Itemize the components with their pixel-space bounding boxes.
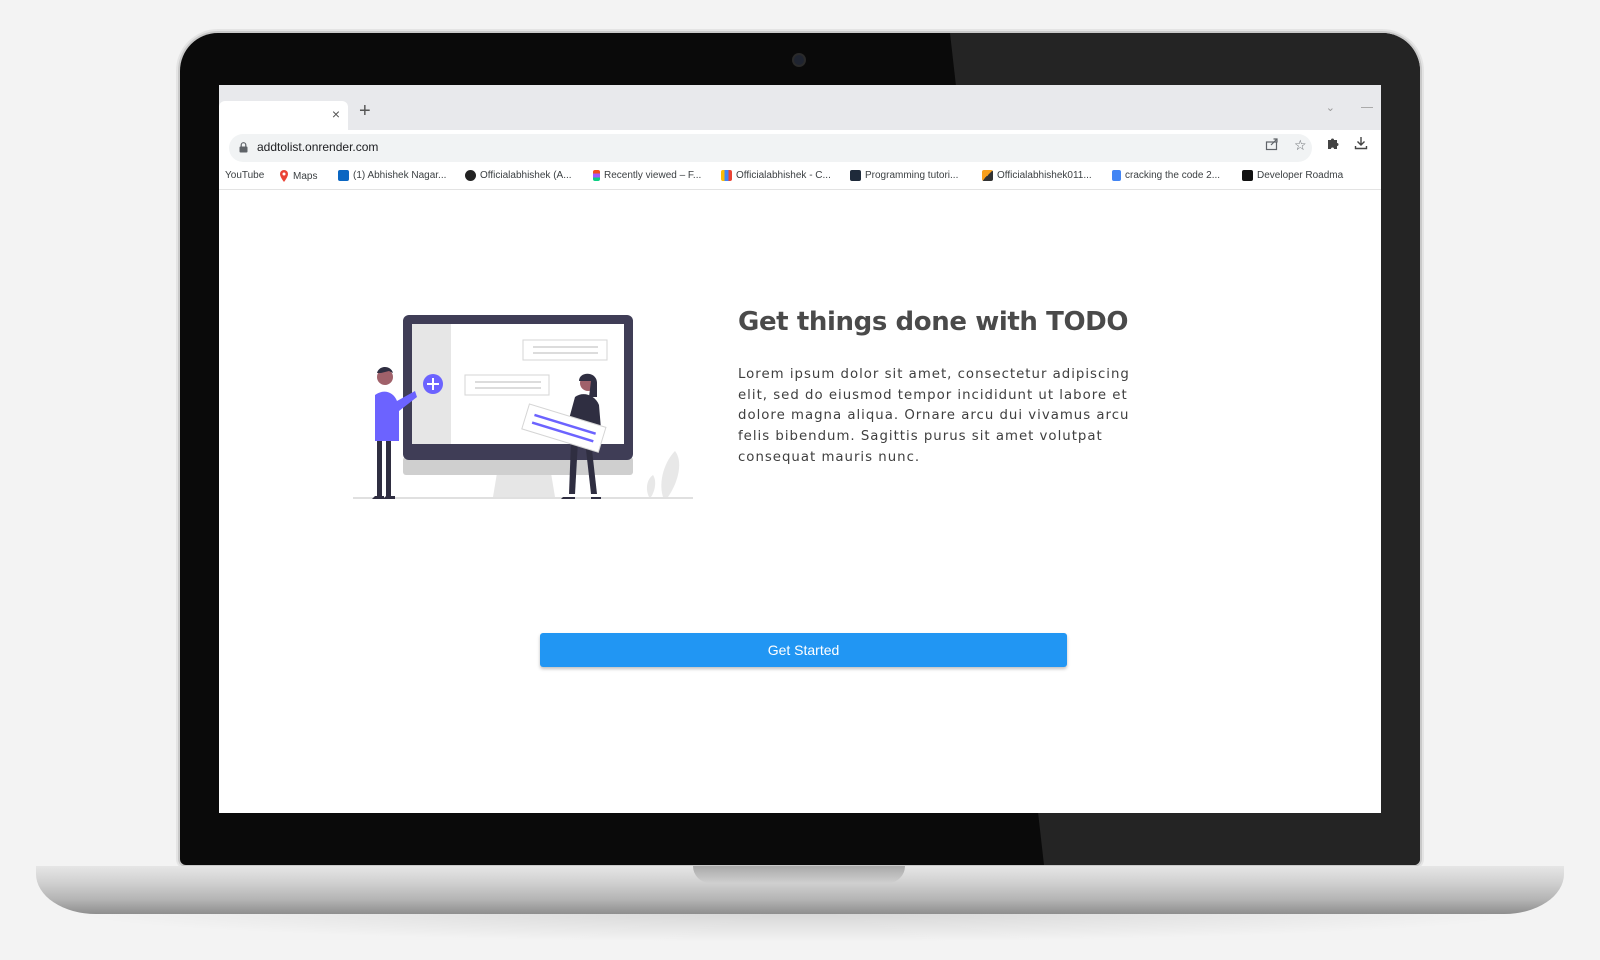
extensions-puzzle-icon[interactable] — [1326, 136, 1340, 150]
hero-description: Lorem ipsum dolor sit amet, consectetur … — [738, 367, 1130, 465]
bookmark-label: YouTube — [225, 170, 265, 181]
figma-icon — [593, 170, 600, 181]
bookmarks-bar: YouTube Maps (1) Abhishek Nagar... Offic… — [219, 166, 1381, 190]
bookmark-label: cracking the code 2... — [1125, 170, 1221, 181]
address-bar: addtolist.onrender.com — [219, 130, 1381, 166]
github-icon — [465, 170, 476, 181]
download-icon[interactable] — [1354, 136, 1368, 150]
url-text[interactable]: addtolist.onrender.com — [257, 140, 378, 154]
bookmark-roadmap[interactable]: Developer Roadma — [1242, 170, 1343, 181]
bookmark-label: Officialabhishek - C... — [736, 170, 831, 181]
hashnode-icon — [850, 170, 861, 181]
minimize-icon[interactable] — [1361, 107, 1373, 108]
laptop-shadow — [60, 912, 1540, 942]
bookmark-leetcode[interactable]: Officialabhishek011... — [982, 170, 1092, 181]
browser-tab[interactable]: × — [219, 101, 348, 130]
bookmark-label: Officialabhishek (A... — [480, 170, 572, 181]
bookmark-star-icon[interactable]: ☆ — [1294, 137, 1307, 154]
bookmark-chart[interactable]: Officialabhishek - C... — [721, 170, 831, 181]
todo-card — [522, 339, 608, 361]
bookmark-youtube[interactable]: YouTube — [225, 170, 264, 181]
todo-card — [464, 374, 550, 396]
screen: × + ⌄ addtolist.onrender.com ☆ YouTube M… — [219, 85, 1381, 813]
plant-icon — [661, 451, 680, 497]
get-started-button[interactable]: Get Started — [540, 633, 1067, 667]
docs-icon — [1112, 170, 1121, 181]
close-tab-icon[interactable]: × — [332, 104, 340, 124]
linkedin-icon — [338, 170, 349, 181]
bookmark-label: Recently viewed – F... — [604, 170, 702, 181]
bookmark-github[interactable]: Officialabhishek (A... — [465, 170, 572, 181]
bookmark-label: Maps — [293, 170, 318, 182]
monitor-stand — [493, 473, 555, 497]
laptop-notch — [693, 866, 905, 883]
bookmark-label: Programming tutori... — [865, 170, 959, 181]
leetcode-icon — [982, 170, 993, 181]
bookmark-figma[interactable]: Recently viewed – F... — [593, 170, 701, 181]
webcam-icon — [794, 55, 804, 65]
bookmark-maps[interactable]: Maps — [279, 170, 317, 182]
page-title: Get things done with TODO — [738, 307, 1129, 337]
chart-icon — [721, 170, 732, 181]
lock-icon — [239, 142, 248, 153]
bookmark-linkedin[interactable]: (1) Abhishek Nagar... — [338, 170, 446, 181]
roadmap-icon — [1242, 170, 1253, 181]
todo-illustration — [353, 315, 693, 499]
share-icon[interactable] — [1265, 137, 1279, 151]
bookmark-label: (1) Abhishek Nagar... — [353, 170, 447, 181]
tab-search-chevron-icon[interactable]: ⌄ — [1326, 101, 1335, 114]
omnibox[interactable]: addtolist.onrender.com — [229, 134, 1312, 162]
bookmark-hashnode[interactable]: Programming tutori... — [850, 170, 958, 181]
bookmark-label: Officialabhishek011... — [997, 170, 1092, 181]
maps-pin-icon — [280, 170, 288, 182]
bookmark-docs[interactable]: cracking the code 2... — [1112, 170, 1220, 181]
new-tab-button[interactable]: + — [359, 100, 371, 122]
tab-bar: × + ⌄ — [219, 85, 1381, 130]
bookmark-label: Developer Roadma — [1257, 170, 1344, 181]
